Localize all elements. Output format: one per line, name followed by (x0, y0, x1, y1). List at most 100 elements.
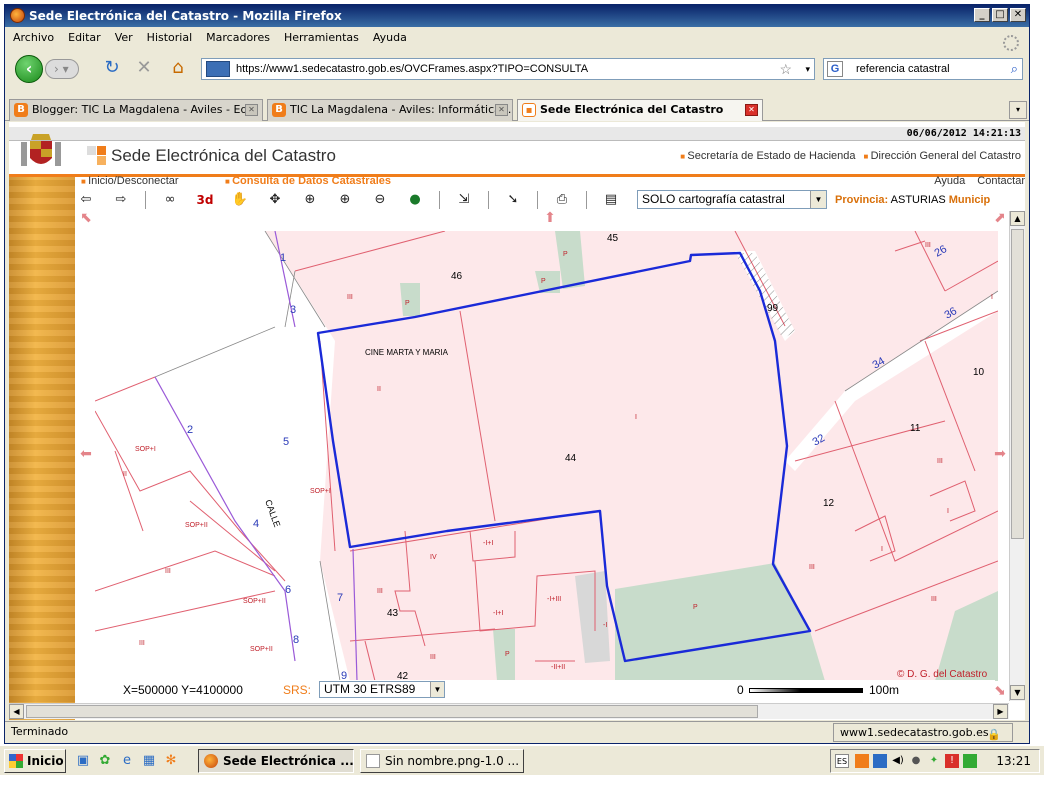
menu-ver[interactable]: Ver (115, 29, 133, 47)
pan-southeast-arrow[interactable]: ⬊ (993, 684, 1007, 698)
chevron-down-icon[interactable]: ▼ (430, 682, 444, 697)
google-icon[interactable]: G (827, 61, 843, 77)
stop-icon[interactable]: ✕ (133, 57, 155, 79)
tab-list-dropdown[interactable]: ▾ (1009, 101, 1027, 119)
tray-disk-icon[interactable]: ● (909, 754, 923, 768)
tab-close-icon[interactable]: ✕ (495, 104, 508, 116)
floor-code: P (563, 251, 568, 258)
zoom-in-icon[interactable]: ⊕ (334, 190, 356, 210)
menu-archivo[interactable]: Archivo (13, 29, 54, 47)
reload-icon[interactable]: ↻ (101, 57, 123, 79)
volume-icon[interactable]: ◀) (891, 754, 905, 768)
parcel-label: 43 (387, 608, 399, 619)
binoculars-icon[interactable]: ∞ (159, 190, 181, 210)
pan-northeast-arrow[interactable]: ⬈ (993, 211, 1007, 225)
cadastral-map[interactable]: 45 46 99 44 43 42 10 11 12 CINE MARTA Y … (95, 231, 998, 681)
tray-nvidia-icon[interactable] (963, 754, 977, 768)
menu-herramientas[interactable]: Herramientas (284, 29, 359, 47)
quicklaunch-paw-icon[interactable]: ✻ (162, 752, 180, 770)
tray-app-icon[interactable] (855, 754, 869, 768)
scroll-thumb[interactable] (1011, 229, 1024, 539)
layer-select[interactable]: SOLO cartografía catastral ▼ (637, 190, 827, 209)
quicklaunch-ie-icon[interactable]: e (118, 752, 136, 770)
pan-west-arrow[interactable]: ⬅ (79, 447, 93, 461)
back-arrow-icon[interactable]: ⇦ (75, 190, 97, 210)
tab-close-icon[interactable]: ✕ (245, 104, 258, 116)
tab-blogger-informatica[interactable]: B TIC La Magdalena - Aviles: Informática… (267, 99, 513, 121)
pan-northwest-arrow[interactable]: ⬉ (79, 211, 93, 225)
title-bar: Sede Electrónica del Catastro - Mozilla … (5, 5, 1029, 27)
tray-update-icon[interactable]: ✦ (927, 754, 941, 768)
quicklaunch-settings-icon[interactable]: ✿ (96, 752, 114, 770)
site-nav: Inicio/Desconectar Consulta de Datos Cat… (79, 174, 1025, 188)
home-icon[interactable]: ⌂ (167, 57, 189, 79)
close-button[interactable]: ✕ (1010, 8, 1026, 22)
nav-contactar-link[interactable]: Contactar (977, 174, 1025, 188)
legend-icon[interactable]: ▤ (600, 190, 622, 210)
scroll-down-button[interactable]: ▼ (1010, 685, 1025, 700)
url-dropdown-icon[interactable]: ▾ (805, 59, 810, 79)
menu-editar[interactable]: Editar (68, 29, 101, 47)
taskbar-image-button[interactable]: Sin nombre.png-1.0 ... (360, 749, 524, 773)
horizontal-scrollbar[interactable]: ◀ ▶ (9, 703, 1009, 719)
nav-inicio-link[interactable]: Inicio/Desconectar (81, 174, 179, 189)
scroll-left-button[interactable]: ◀ (9, 704, 24, 719)
srs-label: SRS: (283, 683, 312, 697)
language-indicator[interactable]: ES (835, 754, 849, 768)
nav-ayuda-link[interactable]: Ayuda (934, 174, 965, 188)
bookmark-star-icon[interactable]: ☆ (779, 59, 792, 79)
forward-button[interactable]: › ▾ (45, 59, 79, 79)
pan-north-arrow[interactable]: ⬆ (543, 211, 557, 225)
link-secretaria[interactable]: Secretaría de Estado de Hacienda (680, 150, 855, 162)
quicklaunch-desktop-icon[interactable]: ▦ (140, 752, 158, 770)
tab-close-icon[interactable]: ✕ (745, 104, 758, 116)
scroll-thumb[interactable] (26, 705, 758, 718)
tab-blogger-edit[interactable]: B Blogger: TIC La Magdalena - Aviles - E… (9, 99, 263, 121)
tab-catastro[interactable]: ▪ Sede Electrónica del Catastro ✕ (517, 99, 763, 121)
floor-code: III (377, 588, 383, 595)
3d-icon[interactable]: 3d (194, 190, 216, 210)
zoom-out-icon[interactable]: ⊖ (369, 190, 391, 210)
print-icon[interactable]: ⎙ (551, 190, 573, 210)
taskbar-firefox-button[interactable]: Sede Electrónica ... (198, 749, 354, 773)
globe-icon[interactable]: ● (404, 190, 426, 210)
menu-marcadores[interactable]: Marcadores (206, 29, 270, 47)
search-icon[interactable]: ⌕ (1011, 59, 1018, 79)
forward-arrow-icon[interactable]: ⇨ (110, 190, 132, 210)
parcel-label: 11 (910, 423, 921, 434)
srs-select[interactable]: UTM 30 ETRS89 ▼ (319, 681, 445, 698)
zoom-box-icon[interactable]: ⊕ (299, 190, 321, 210)
menu-ayuda[interactable]: Ayuda (373, 29, 407, 47)
hand-pan-icon[interactable]: ✋ (229, 190, 251, 210)
pan-east-arrow[interactable]: ➡ (993, 447, 1007, 461)
tray-network-icon[interactable] (873, 754, 887, 768)
info-pointer-icon[interactable]: ➘ (502, 190, 524, 210)
maximize-button[interactable]: □ (992, 8, 1008, 22)
menu-historial[interactable]: Historial (147, 29, 192, 47)
parcel-label: 46 (451, 271, 463, 282)
scroll-right-button[interactable]: ▶ (993, 704, 1008, 719)
measure-icon[interactable]: ⇲ (453, 190, 475, 210)
site-identity-icon[interactable] (206, 61, 230, 77)
start-button[interactable]: Inicio (4, 749, 66, 773)
move-icon[interactable]: ✥ (264, 190, 286, 210)
quicklaunch-doc-icon[interactable]: ▣ (74, 752, 92, 770)
floor-code: SOP+I (310, 488, 331, 495)
street-number: 6 (285, 584, 291, 596)
vertical-scrollbar[interactable]: ▲ ▼ (1009, 211, 1025, 701)
floor-code: III (809, 564, 815, 571)
chevron-down-icon[interactable]: ▼ (810, 191, 826, 208)
system-tray: ES ◀) ● ✦ ! 13:21 (830, 749, 1040, 773)
street-number: 3 (290, 304, 296, 316)
search-bar[interactable]: G referencia catastral ⌕ (823, 58, 1023, 80)
link-direccion[interactable]: Dirección General del Catastro (864, 150, 1021, 162)
tray-security-icon[interactable]: ! (945, 754, 959, 768)
url-bar[interactable]: https://www1.sedecatastro.gob.es/OVCFram… (201, 58, 815, 80)
minimize-button[interactable]: _ (974, 8, 990, 22)
nav-consulta-link[interactable]: Consulta de Datos Catastrales (225, 174, 391, 189)
lock-icon[interactable]: 🔒 (987, 725, 1001, 745)
scroll-up-button[interactable]: ▲ (1010, 211, 1025, 226)
map-viewer[interactable]: 45 46 99 44 43 42 10 11 12 CINE MARTA Y … (75, 211, 1025, 701)
floor-code: -II+II (551, 664, 565, 671)
back-button[interactable]: ‹ (15, 55, 43, 83)
